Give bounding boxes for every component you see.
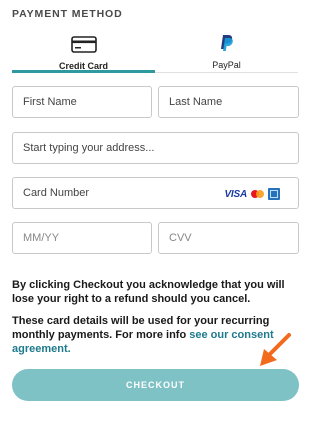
address-input[interactable]: Start typing your address... <box>12 132 299 164</box>
payment-tabs: Credit Card PayPal <box>12 32 298 73</box>
visa-icon: VISA <box>224 188 247 200</box>
last-name-input[interactable]: Last Name <box>158 86 299 118</box>
cvv-placeholder: CVV <box>169 232 192 244</box>
tab-paypal-label: PayPal <box>212 60 241 70</box>
refund-disclaimer: By clicking Checkout you acknowledge tha… <box>12 279 285 305</box>
card-number-placeholder: Card Number <box>23 187 90 199</box>
mastercard-icon <box>251 190 264 198</box>
tab-divider <box>155 72 298 73</box>
amex-icon <box>268 188 280 200</box>
first-name-input[interactable]: First Name <box>12 86 152 118</box>
section-title: PAYMENT METHOD <box>12 8 123 20</box>
expiry-input[interactable]: MM/YY <box>12 222 152 254</box>
tab-paypal[interactable]: PayPal <box>155 32 298 72</box>
first-name-placeholder: First Name <box>23 96 77 108</box>
address-placeholder: Start typing your address... <box>23 142 155 154</box>
active-tab-indicator <box>12 70 155 73</box>
card-brands: VISA <box>224 188 280 200</box>
expiry-placeholder: MM/YY <box>23 232 60 244</box>
credit-card-icon <box>12 36 155 58</box>
tab-credit-card[interactable]: Credit Card <box>12 32 155 72</box>
card-number-input[interactable]: Card Number VISA <box>12 177 299 209</box>
paypal-icon <box>155 34 298 57</box>
arrow-pointer-icon <box>256 333 292 374</box>
last-name-placeholder: Last Name <box>169 96 223 108</box>
cvv-input[interactable]: CVV <box>158 222 299 254</box>
